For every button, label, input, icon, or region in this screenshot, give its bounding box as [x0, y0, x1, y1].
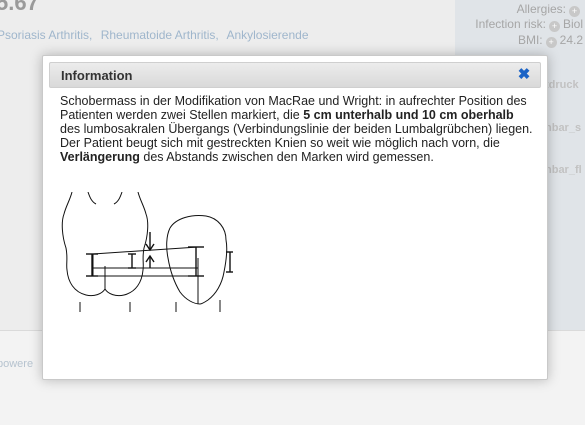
plus-icon[interactable]: + — [545, 37, 557, 48]
bmi-row: BMI: +24.2 — [518, 33, 583, 48]
background-diagnoses: Psoriasis Arthritis, Rheumatoide Arthrit… — [0, 28, 314, 42]
plus-icon[interactable]: + — [569, 6, 580, 17]
side-item: tdruck — [545, 79, 579, 91]
text-bold: 5 cm unterhalb und 10 cm oberhalb — [303, 108, 514, 122]
dialog-text: Schobermass in der Modifikation von MacR… — [60, 94, 533, 164]
footer-link[interactable]: powere — [0, 358, 33, 370]
information-dialog: Information ✖ Schobermass in der Modifik… — [42, 55, 548, 380]
diagnosis-link[interactable]: Rheumatoide Arthritis, — [101, 28, 219, 42]
bmi-label: BMI: — [517, 33, 543, 47]
text-part: des Abstands zwischen den Marken wird ge… — [139, 150, 434, 164]
text-bold: Verlängerung — [60, 150, 140, 164]
plus-icon[interactable]: + — [548, 21, 560, 32]
side-item: nbar_fl — [545, 164, 582, 176]
background-title: 5.67 — [0, 0, 39, 15]
dialog-header: Information ✖ — [49, 62, 541, 88]
infection-risk-label: Infection risk: — [475, 17, 546, 31]
allergies-label: Allergies: — [516, 2, 566, 16]
bmi-value: 24.2 — [559, 33, 583, 47]
allergies-row: Allergies: + — [517, 2, 583, 17]
diagnosis-link[interactable]: Psoriasis Arthritis, — [0, 28, 92, 42]
dialog-title: Information — [61, 68, 133, 83]
schober-test-illustration — [61, 192, 233, 312]
infection-risk-value: Biol — [562, 17, 583, 31]
close-icon[interactable]: ✖ — [516, 65, 532, 85]
text-part: des lumbosakralen Übergangs (Verbindungs… — [60, 122, 533, 150]
side-item: nbar_s — [545, 122, 582, 134]
diagnosis-link[interactable]: Ankylosierende — [226, 28, 308, 42]
infection-risk-row: Infection risk: + Biol — [475, 17, 583, 32]
